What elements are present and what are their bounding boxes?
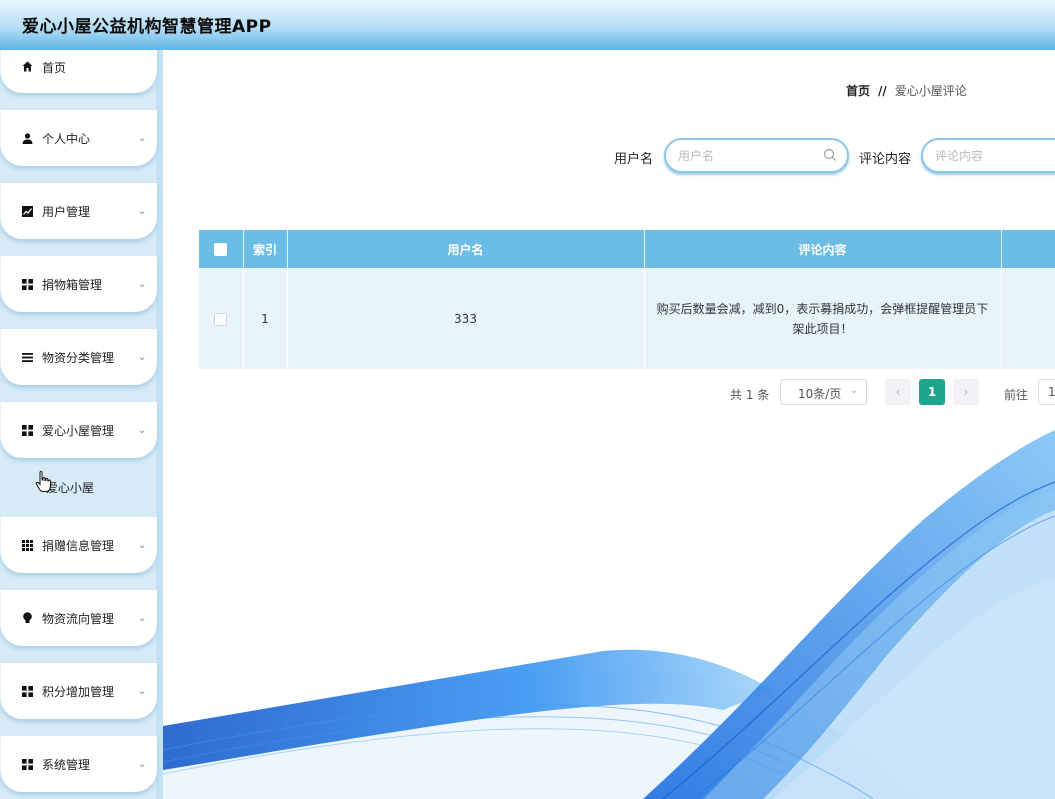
sidebar-item-label: 捐赠信息管理 xyxy=(42,538,115,553)
sidebar-item-material-category[interactable]: 物资分类管理 ⌄ xyxy=(0,329,157,385)
username-search-box[interactable] xyxy=(664,138,849,173)
select-all-checkbox[interactable] xyxy=(214,243,228,256)
sidebar-item-label: 捐物箱管理 xyxy=(42,277,103,292)
chevron-down-icon: ⌄ xyxy=(138,278,147,290)
cell-index: 1 xyxy=(243,268,288,369)
chevron-down-icon: ⌄ xyxy=(138,424,147,436)
bulb-icon xyxy=(21,612,33,624)
comment-table: 索引 用户名 评论内容 1 333 购买后数量会减，减到0，表示募捐成功，会弹框… xyxy=(199,230,1055,370)
prev-page-button[interactable]: ‹ xyxy=(885,379,911,405)
chevron-down-icon: ⌄ xyxy=(138,351,147,363)
row-checkbox[interactable] xyxy=(214,312,228,326)
sidebar-item-label: 用户管理 xyxy=(42,204,91,219)
grid-icon xyxy=(21,685,33,697)
page-size-select[interactable]: 10条/页 ⌄ xyxy=(780,379,867,405)
sidebar-item-user-management[interactable]: 用户管理 ⌄ xyxy=(0,183,157,239)
main-content: 首页 // 爱心小屋评论 用户名 评论内容 索引 用户名 评论内容 xyxy=(163,50,1055,799)
app-title: 爱心小屋公益机构智慧管理APP xyxy=(22,17,272,37)
chevron-down-icon: ⌄ xyxy=(849,385,858,396)
sidebar-item-label: 爱心小屋管理 xyxy=(42,423,115,438)
hand-cursor-icon xyxy=(35,471,51,492)
cell-username: 333 xyxy=(287,268,645,369)
wave-background xyxy=(163,430,1055,799)
column-header-index: 索引 xyxy=(243,230,288,268)
breadcrumb-home[interactable]: 首页 xyxy=(846,84,870,98)
user-icon xyxy=(21,132,33,144)
sidebar-scroll-rail xyxy=(156,50,163,799)
chevron-down-icon: ⌄ xyxy=(138,758,147,770)
home-icon xyxy=(21,60,33,72)
sidebar-item-donation-box[interactable]: 捐物箱管理 ⌄ xyxy=(0,256,157,312)
grid-icon xyxy=(21,424,33,436)
sidebar-item-label: 物资分类管理 xyxy=(42,350,115,365)
sidebar-subitem-label: 爱心小屋 xyxy=(46,481,95,495)
breadcrumb-current: 爱心小屋评论 xyxy=(894,84,967,98)
page-number-button[interactable]: 1 xyxy=(919,379,945,405)
chevron-down-icon: ⌄ xyxy=(138,685,147,697)
username-input[interactable] xyxy=(678,147,818,165)
next-page-button[interactable]: › xyxy=(953,379,979,405)
sidebar-item-donation-info[interactable]: 捐赠信息管理 ⌄ xyxy=(0,517,157,573)
username-label: 用户名 xyxy=(614,152,654,167)
sidebar-item-label: 首页 xyxy=(42,61,67,75)
row-select-cell[interactable] xyxy=(199,268,244,369)
sidebar-item-label: 系统管理 xyxy=(42,757,91,772)
column-header-username: 用户名 xyxy=(287,230,645,268)
sidebar-item-home[interactable]: 首页 xyxy=(0,50,157,93)
sidebar-item-label: 积分增加管理 xyxy=(42,684,115,699)
goto-page-input[interactable]: 1 xyxy=(1038,379,1055,405)
column-header-comment: 评论内容 xyxy=(644,230,1002,268)
sidebar-item-love-house-management[interactable]: 爱心小屋管理 ⌄ xyxy=(0,402,157,458)
column-header-actions xyxy=(1001,230,1055,268)
sidebar-item-personal-center[interactable]: 个人中心 ⌄ xyxy=(0,110,157,166)
chevron-down-icon: ⌄ xyxy=(138,612,147,624)
table-row[interactable]: 1 333 购买后数量会减，减到0，表示募捐成功，会弹框提醒管理员下架此项目！ xyxy=(199,268,1055,369)
pagination-total: 共 1 条 xyxy=(730,388,770,402)
chevron-down-icon: ⌄ xyxy=(138,205,147,217)
sidebar: 首页 个人中心 ⌄ 用户管理 ⌄ 捐物箱管理 ⌄ 物资分类管理 ⌄ 爱心小屋管理 xyxy=(0,50,163,799)
sidebar-item-label: 个人中心 xyxy=(42,131,91,146)
chevron-down-icon: ⌄ xyxy=(138,132,147,144)
list-icon xyxy=(21,351,33,363)
breadcrumb-separator: // xyxy=(878,84,887,98)
page-size-value: 10条/页 xyxy=(798,387,842,401)
grid-icon xyxy=(21,278,33,290)
grid-icon xyxy=(21,758,33,770)
apps-icon xyxy=(21,539,33,551)
goto-label: 前往 xyxy=(1004,388,1029,402)
cell-comment: 购买后数量会减，减到0，表示募捐成功，会弹框提醒管理员下架此项目！ xyxy=(644,268,1002,369)
chart-icon xyxy=(21,205,33,217)
cell-actions xyxy=(1001,268,1055,369)
comment-input[interactable] xyxy=(935,147,1055,165)
select-all-cell[interactable] xyxy=(199,230,244,268)
comment-label: 评论内容 xyxy=(859,152,912,167)
comment-search-box[interactable] xyxy=(921,138,1055,173)
chevron-down-icon: ⌄ xyxy=(138,539,147,551)
breadcrumb: 首页 // 爱心小屋评论 xyxy=(846,82,967,99)
sidebar-item-points-increase[interactable]: 积分增加管理 ⌄ xyxy=(0,663,157,719)
sidebar-item-label: 物资流向管理 xyxy=(42,611,115,626)
app-header: 爱心小屋公益机构智慧管理APP xyxy=(0,0,1055,50)
table-header-row: 索引 用户名 评论内容 xyxy=(199,230,1055,268)
sidebar-item-material-flow[interactable]: 物资流向管理 ⌄ xyxy=(0,590,157,646)
sidebar-item-system-management[interactable]: 系统管理 ⌄ xyxy=(0,736,157,792)
search-icon[interactable] xyxy=(823,148,837,162)
sidebar-subitem-love-house[interactable]: 爱心小屋 xyxy=(0,461,157,516)
